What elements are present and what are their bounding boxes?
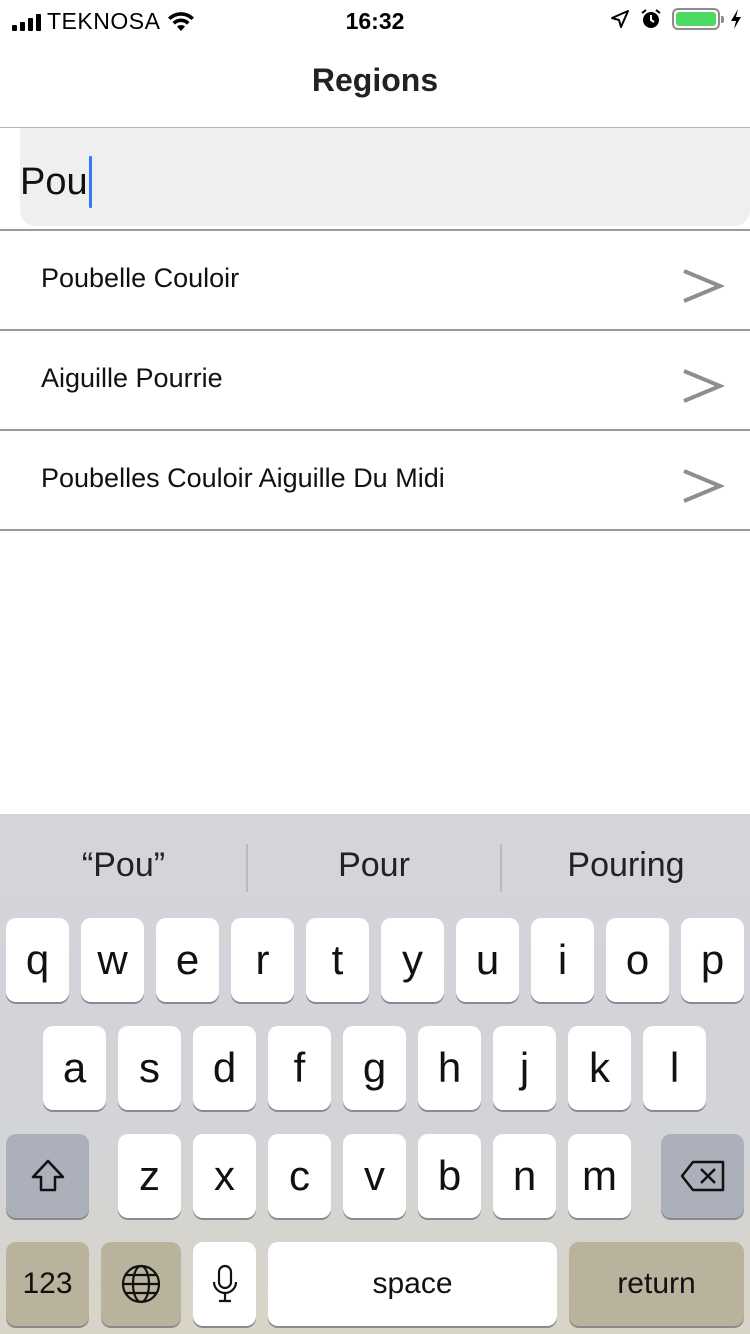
page-title: Regions — [311, 62, 439, 98]
text-caret — [88, 156, 92, 208]
charging-bolt-icon — [731, 9, 741, 29]
space-key[interactable]: space — [268, 1242, 557, 1326]
list-item[interactable]: Poubelles Couloir Aiguille Du Midi — [0, 429, 750, 531]
suggestion-literal[interactable]: “Pou” — [0, 846, 247, 885]
numbers-key[interactable]: 123 — [6, 1242, 89, 1326]
key-z[interactable]: z — [118, 1134, 181, 1218]
chevron-right-icon — [683, 469, 724, 503]
key-g[interactable]: g — [343, 1026, 406, 1110]
shift-icon — [31, 1159, 64, 1192]
keyboard: “Pou” Pour Pouring q w e r t y u i o p a… — [0, 814, 750, 1334]
key-j[interactable]: j — [493, 1026, 556, 1110]
location-arrow-icon — [611, 10, 629, 28]
key-q[interactable]: q — [6, 918, 69, 1002]
search-text-wrapper: Pou — [20, 156, 92, 208]
search-value: Pou — [20, 160, 88, 203]
key-w[interactable]: w — [81, 918, 144, 1002]
list-item-label: Aiguille Pourrie — [41, 363, 223, 393]
key-d[interactable]: d — [193, 1026, 256, 1110]
key-k[interactable]: k — [568, 1026, 631, 1110]
key-x[interactable]: x — [193, 1134, 256, 1218]
microphone-icon — [212, 1264, 237, 1303]
shift-key[interactable] — [6, 1134, 89, 1218]
suggestion-bar: “Pou” Pour Pouring — [0, 814, 750, 918]
key-f[interactable]: f — [268, 1026, 331, 1110]
key-a[interactable]: a — [43, 1026, 106, 1110]
backspace-icon — [680, 1160, 724, 1192]
key-i[interactable]: i — [531, 918, 594, 1002]
status-right — [610, 8, 742, 30]
suggestion-pouring[interactable]: Pouring — [502, 846, 750, 885]
key-v[interactable]: v — [343, 1134, 406, 1218]
dictation-key[interactable] — [193, 1242, 256, 1326]
key-r[interactable]: r — [231, 918, 294, 1002]
key-p[interactable]: p — [681, 918, 744, 1002]
delete-key[interactable] — [661, 1134, 744, 1218]
key-b[interactable]: b — [418, 1134, 481, 1218]
return-key[interactable]: return — [569, 1242, 744, 1326]
key-u[interactable]: u — [456, 918, 519, 1002]
key-m[interactable]: m — [568, 1134, 631, 1218]
list-item-label: Poubelle Couloir — [41, 263, 240, 293]
key-n[interactable]: n — [493, 1134, 556, 1218]
key-t[interactable]: t — [306, 918, 369, 1002]
globe-key[interactable] — [101, 1242, 181, 1326]
search-input[interactable]: Pou — [20, 128, 750, 226]
key-l[interactable]: l — [643, 1026, 706, 1110]
suggestion-pour[interactable]: Pour — [248, 846, 500, 885]
chevron-right-icon — [683, 269, 724, 303]
key-c[interactable]: c — [268, 1134, 331, 1218]
alarm-icon — [641, 9, 661, 28]
key-y[interactable]: y — [381, 918, 444, 1002]
key-o[interactable]: o — [606, 918, 669, 1002]
chevron-right-icon — [683, 369, 724, 403]
key-e[interactable]: e — [156, 918, 219, 1002]
battery-icon — [672, 8, 724, 30]
list-item[interactable]: Poubelle Couloir — [0, 229, 750, 329]
status-bar: TEKNOSA 16:32 — [0, 0, 750, 40]
key-s[interactable]: s — [118, 1026, 181, 1110]
globe-icon — [121, 1264, 161, 1304]
list-item[interactable]: Aiguille Pourrie — [0, 329, 750, 429]
key-h[interactable]: h — [418, 1026, 481, 1110]
results-list: Poubelle Couloir Aiguille Pourrie Poubel… — [0, 229, 750, 531]
list-item-label: Poubelles Couloir Aiguille Du Midi — [41, 463, 445, 493]
